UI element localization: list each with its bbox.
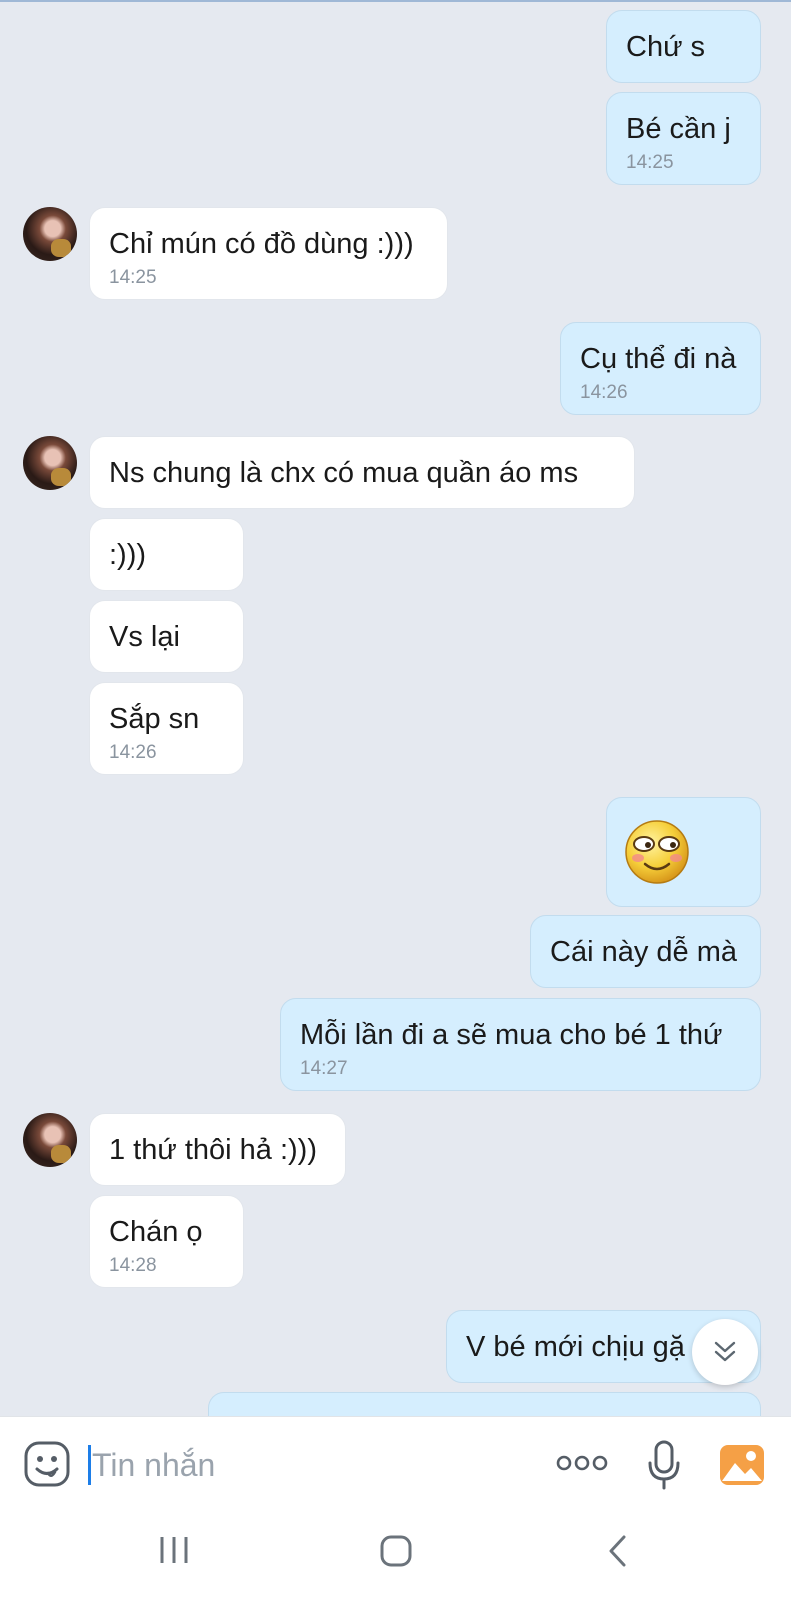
message-bubble-sent[interactable]: Bé cần j 14:25 [606,92,761,185]
gallery-icon [720,1445,764,1485]
message-bubble-received[interactable]: Vs lại [89,600,244,673]
message-bubble-sent[interactable]: Cụ thể đi nà 14:26 [560,322,761,415]
system-navigation-bar [0,1512,791,1600]
scroll-to-bottom-button[interactable] [692,1319,758,1385]
sticker-button[interactable] [24,1441,70,1492]
message-bubble-received[interactable]: Chán ọ 14:28 [89,1195,244,1288]
message-time: 14:25 [626,152,674,173]
message-text: Cụ thể đi nà [580,343,737,375]
message-bubble-received[interactable]: Sắp sn 14:26 [89,682,244,775]
shy-smile-emoji-icon [625,820,689,884]
sticker-bubble-sent[interactable] [606,797,761,907]
message-time: 14:27 [300,1058,348,1079]
message-input[interactable]: Tin nhắn [88,1445,215,1485]
message-text: Chỉ mún có đồ dùng :))) [109,228,414,260]
microphone-icon [648,1440,680,1490]
more-options-button[interactable] [556,1453,608,1478]
message-time: 14:26 [109,742,157,763]
message-text: Vs lại [109,621,180,653]
back-icon [609,1535,626,1567]
home-icon [380,1535,412,1567]
sticker-icon [24,1441,70,1487]
home-button[interactable] [379,1534,413,1573]
message-bubble-sent-partial[interactable] [208,1392,761,1416]
message-bubble-sent[interactable]: Mỗi lần đi a sẽ mua cho bé 1 thứ 14:27 [280,998,761,1091]
contact-avatar[interactable] [23,207,77,261]
message-bubble-received[interactable]: Ns chung là chx có mua quần áo ms [89,436,635,509]
message-bubble-received[interactable]: 1 thứ thôi hả :))) [89,1113,346,1186]
contact-avatar[interactable] [23,1113,77,1167]
message-text: V bé mới chịu gặ [466,1331,685,1363]
message-text: Mỗi lần đi a sẽ mua cho bé 1 thứ [300,1019,723,1051]
recent-apps-button[interactable] [158,1534,190,1571]
recent-apps-icon [160,1537,188,1563]
message-bubble-received[interactable]: :))) [89,518,244,591]
message-bubble-sent[interactable]: Chứ s [606,10,761,83]
message-text: Ns chung là chx có mua quần áo ms [109,457,579,489]
message-composer: Tin nhắn [0,1416,791,1512]
gallery-button[interactable] [718,1443,766,1492]
scroll-down-icon [714,1341,736,1362]
message-text: Chứ s [626,31,706,63]
message-text: :))) [109,539,147,571]
message-bubble-received[interactable]: Chỉ mún có đồ dùng :))) 14:25 [89,207,448,300]
chat-area[interactable]: Chứ s Bé cần j 14:25 Chỉ mún có đồ dùng … [0,0,791,1416]
contact-avatar[interactable] [23,436,77,490]
message-text: Chán ọ [109,1216,203,1248]
message-text: Cái này dễ mà [550,936,737,968]
message-time: 14:26 [580,382,628,403]
message-time: 14:28 [109,1255,157,1276]
voice-record-button[interactable] [646,1439,682,1496]
message-text: 1 thứ thôi hả :))) [109,1134,317,1166]
message-text: Sắp sn [109,703,200,735]
message-text: Bé cần j [626,113,731,145]
more-options-icon [556,1455,608,1471]
message-bubble-sent[interactable]: Cái này dễ mà [530,915,761,988]
text-cursor [88,1445,91,1485]
message-input-placeholder: Tin nhắn [92,1446,216,1483]
back-button[interactable] [606,1534,630,1573]
message-time: 14:25 [109,267,157,288]
